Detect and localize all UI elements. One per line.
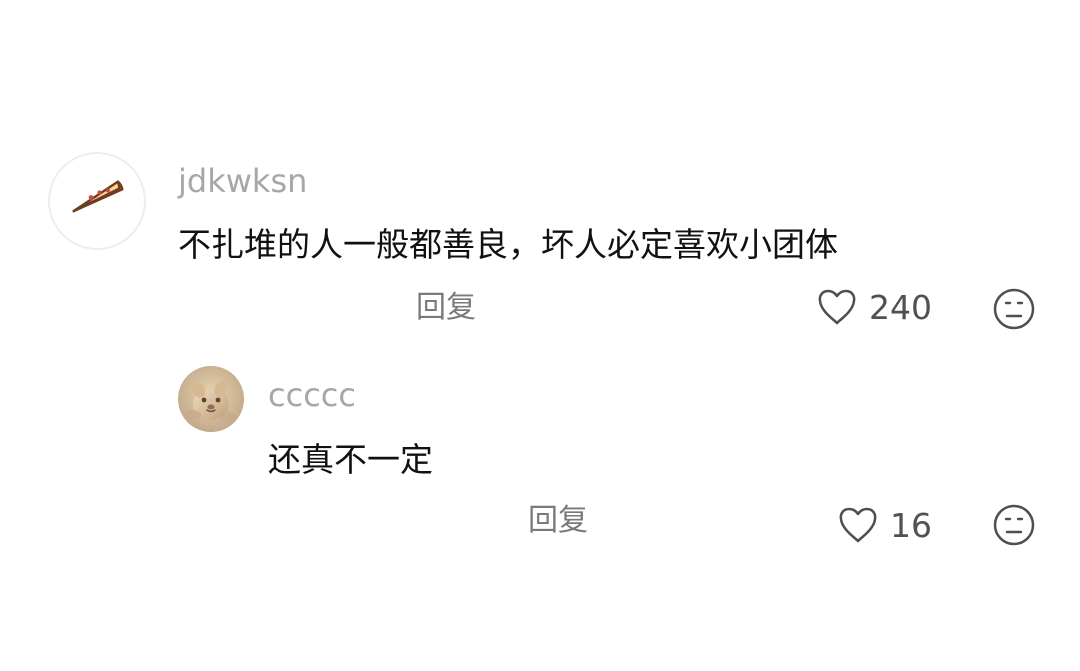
- dislike-button[interactable]: [992, 503, 1036, 547]
- heart-outline-icon: [839, 507, 877, 543]
- username[interactable]: ccccc: [268, 379, 356, 411]
- username[interactable]: jdkwksn: [178, 165, 307, 197]
- heart-outline-icon: [818, 289, 856, 325]
- avatar[interactable]: [178, 366, 244, 432]
- like-count: 16: [890, 505, 932, 545]
- neutral-face-icon: [993, 504, 1035, 546]
- avatar[interactable]: [48, 152, 146, 250]
- reply-button[interactable]: 回复: [528, 506, 588, 536]
- comment-text: 不扎堆的人一般都善良，坏人必定喜欢小团体: [178, 225, 838, 264]
- dislike-button[interactable]: [992, 287, 1036, 331]
- like-count: 240: [869, 287, 932, 327]
- cat-avatar-icon: [178, 366, 244, 432]
- comment-text: 还真不一定: [268, 440, 433, 479]
- neutral-face-icon: [993, 288, 1035, 330]
- like-button[interactable]: 16: [836, 505, 932, 545]
- like-button[interactable]: 240: [815, 287, 932, 327]
- pizza-icon: [72, 180, 124, 213]
- reply-button[interactable]: 回复: [416, 293, 476, 323]
